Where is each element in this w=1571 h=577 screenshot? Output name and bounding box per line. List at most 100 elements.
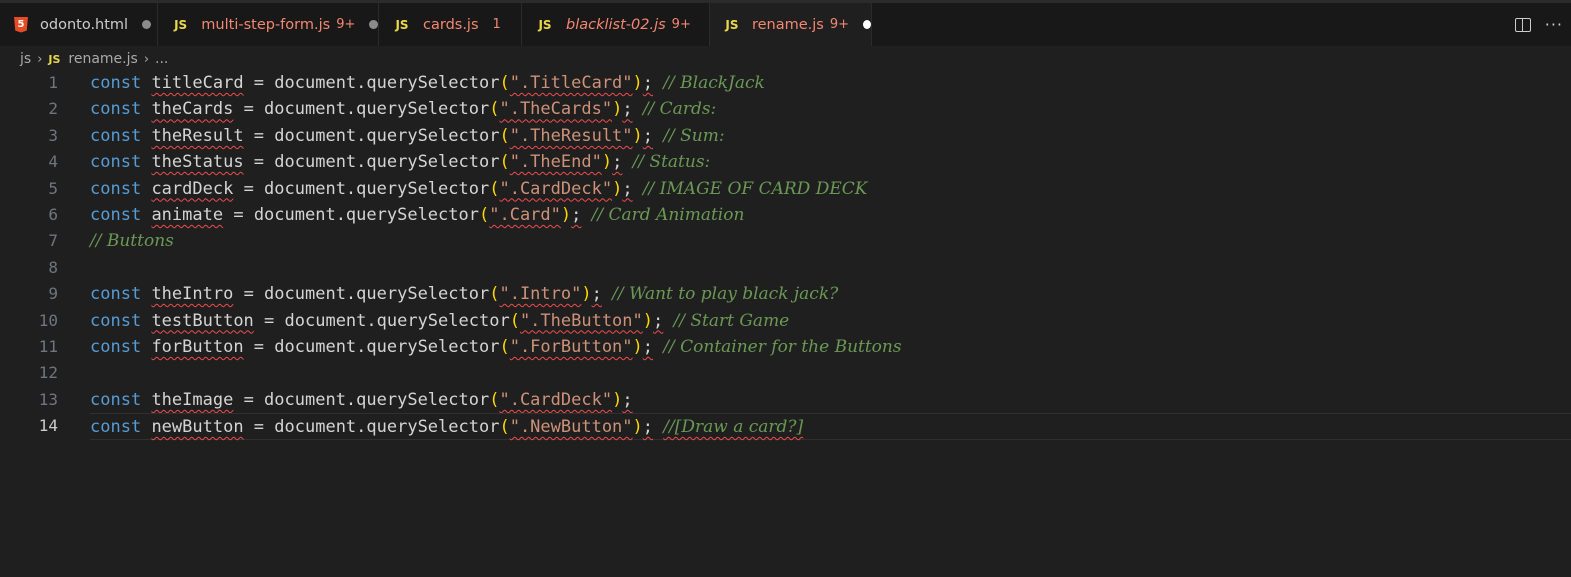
operator: = bbox=[243, 337, 275, 357]
operator: = bbox=[233, 284, 265, 305]
tab-cards-js[interactable]: JS cards.js 1 bbox=[379, 3, 522, 46]
tab-blacklist-02-js[interactable]: JS blacklist-02.js 9+ bbox=[522, 3, 710, 46]
tab-odonto-html[interactable]: 5 odonto.html bbox=[0, 3, 158, 46]
modified-dot-icon[interactable] bbox=[369, 20, 378, 29]
code-editor[interactable]: 1 const titleCard = document.querySelecto… bbox=[0, 70, 1571, 577]
comment: //[Draw a card?] bbox=[663, 417, 804, 438]
operator: = bbox=[233, 178, 265, 199]
line-number: 1 bbox=[48, 73, 58, 92]
close-paren: ) bbox=[632, 417, 643, 438]
modified-dot-icon[interactable] bbox=[142, 20, 152, 29]
code-line: 7 // Buttons bbox=[0, 228, 1571, 254]
call-expression: document.querySelector bbox=[274, 337, 500, 357]
tab-multi-step-form-js[interactable]: JS multi-step-form.js 9+ bbox=[158, 3, 379, 46]
chevron-right-icon: › bbox=[143, 51, 150, 67]
call-expression: document.querySelector bbox=[264, 178, 490, 199]
html5-file-icon: 5 bbox=[14, 16, 28, 33]
string-literal: ".TitleCard" bbox=[509, 73, 633, 93]
variable-name: forButton bbox=[151, 337, 244, 357]
chevron-right-icon: › bbox=[37, 51, 43, 67]
split-editor-icon[interactable] bbox=[1514, 17, 1531, 32]
call-expression: document.querySelector bbox=[264, 284, 490, 305]
string-literal: ".Intro" bbox=[499, 284, 582, 305]
string-literal: ".Card" bbox=[489, 205, 561, 225]
breadcrumb-symbol[interactable]: ... bbox=[155, 51, 168, 67]
call-expression: document.querySelector bbox=[264, 389, 490, 410]
comment: // IMAGE OF CARD DECK bbox=[642, 178, 868, 199]
comment: // Sum: bbox=[663, 125, 725, 146]
close-paren: ) bbox=[612, 389, 623, 410]
semicolon: ; bbox=[591, 284, 602, 305]
line-number: 2 bbox=[48, 99, 58, 119]
variable-name: animate bbox=[151, 205, 224, 225]
open-paren: ( bbox=[478, 205, 490, 225]
call-expression: document.querySelector bbox=[264, 99, 490, 120]
operator: = bbox=[253, 310, 285, 331]
tab-rename-js[interactable]: JS rename.js 9+ bbox=[710, 3, 872, 46]
string-literal: ".CardDeck" bbox=[499, 178, 613, 199]
operator: = bbox=[233, 389, 265, 410]
code-content: const titleCard = document.querySelector… bbox=[90, 70, 1571, 96]
tab-label: rename.js bbox=[751, 16, 824, 33]
open-paren: ( bbox=[489, 284, 500, 305]
tab-label: multi-step-form.js bbox=[201, 16, 331, 33]
semicolon: ; bbox=[642, 417, 654, 438]
line-number: 13 bbox=[38, 389, 58, 409]
code-line: 6 const animate = document.querySelector(… bbox=[0, 202, 1571, 228]
comment: // Status: bbox=[632, 152, 711, 173]
call-expression: document.querySelector bbox=[274, 73, 500, 93]
breadcrumb-folder[interactable]: js bbox=[20, 51, 31, 67]
open-paren: ( bbox=[499, 417, 510, 438]
close-paren: ) bbox=[642, 310, 654, 331]
variable-name: titleCard bbox=[151, 73, 244, 93]
comment: // Want to play black jack? bbox=[612, 284, 839, 305]
semicolon: ; bbox=[622, 99, 633, 120]
variable-name: theStatus bbox=[151, 152, 244, 173]
problem-count-badge: 1 bbox=[492, 17, 501, 32]
call-expression: document.querySelector bbox=[274, 152, 500, 173]
close-paren: ) bbox=[601, 152, 613, 173]
tab-label: blacklist-02.js bbox=[566, 16, 666, 33]
modified-dot-icon[interactable] bbox=[863, 20, 871, 29]
breadcrumb-file[interactable]: rename.js bbox=[68, 51, 137, 67]
keyword: const bbox=[90, 310, 142, 331]
code-content: const theIntro = document.querySelector(… bbox=[90, 281, 1571, 307]
tab-label: cards.js bbox=[423, 16, 479, 33]
close-paren: ) bbox=[632, 73, 643, 93]
line-number: 14 bbox=[38, 416, 58, 436]
close-paren: ) bbox=[632, 125, 643, 146]
line-number: 11 bbox=[38, 337, 58, 356]
string-literal: ".TheButton" bbox=[519, 310, 643, 331]
problem-count-badge: 9+ bbox=[336, 17, 356, 32]
keyword: const bbox=[90, 205, 142, 225]
comment: // Container for the Buttons bbox=[663, 337, 902, 357]
line-number: 7 bbox=[48, 231, 58, 251]
variable-name: theResult bbox=[151, 125, 244, 146]
keyword: const bbox=[90, 337, 142, 357]
js-file-icon: JS bbox=[174, 17, 188, 32]
keyword: const bbox=[90, 152, 142, 173]
keyword: const bbox=[90, 178, 142, 199]
operator: = bbox=[223, 205, 254, 225]
code-line: 8 bbox=[0, 255, 1571, 281]
more-actions-icon[interactable]: ··· bbox=[1545, 16, 1563, 33]
keyword: const bbox=[90, 73, 142, 93]
comment: // Card Animation bbox=[591, 205, 745, 225]
line-number: 3 bbox=[48, 125, 58, 145]
code-content: const theImage = document.querySelector(… bbox=[90, 387, 1571, 413]
tab-label: odonto.html bbox=[40, 16, 129, 33]
code-content bbox=[90, 255, 1571, 281]
code-content: const newButton = document.querySelector… bbox=[90, 413, 1571, 440]
keyword: const bbox=[90, 389, 142, 410]
vscode-window: 5 odonto.html JS multi-step-form.js 9+ J… bbox=[0, 0, 1571, 577]
semicolon: ; bbox=[642, 73, 654, 93]
keyword: const bbox=[90, 417, 142, 438]
keyword: const bbox=[90, 125, 142, 146]
problem-count-badge: 9+ bbox=[671, 17, 691, 32]
close-paren: ) bbox=[632, 337, 643, 357]
code-content: const theStatus = document.querySelector… bbox=[90, 149, 1571, 175]
operator: = bbox=[243, 152, 275, 173]
open-paren: ( bbox=[499, 337, 510, 357]
code-content: const testButton = document.querySelecto… bbox=[90, 308, 1571, 334]
semicolon: ; bbox=[571, 205, 582, 225]
